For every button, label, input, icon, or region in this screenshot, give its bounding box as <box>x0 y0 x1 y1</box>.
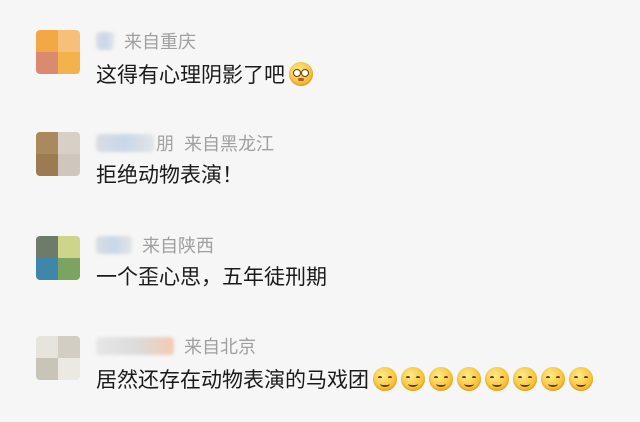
smiling-face-icon <box>513 367 537 391</box>
comment-text-row: 一个歪心思，五年徒刑期 <box>96 261 327 291</box>
comment-meta: 来自重庆 <box>96 28 196 54</box>
nickname-blurred[interactable] <box>96 337 174 355</box>
smiling-face-icon <box>429 367 453 391</box>
location-label: 来自陕西 <box>142 236 214 257</box>
comment-text: 一个歪心思，五年徒刑期 <box>96 265 327 289</box>
nickname-blurred[interactable] <box>96 236 132 254</box>
comment-meta: 来自陕西 <box>96 232 214 258</box>
nickname-blurred <box>96 134 154 152</box>
comment-text: 居然还存在动物表演的马戏团 <box>96 368 369 392</box>
location-label: 来自北京 <box>184 337 256 358</box>
avatar[interactable] <box>36 236 80 280</box>
avatar[interactable] <box>36 132 80 176</box>
nickname[interactable]: 朋 <box>96 130 174 156</box>
comment-meta: 朋 来自黑龙江 <box>96 130 274 156</box>
comment-text: 这得有心理阴影了吧 <box>96 63 285 87</box>
smiling-face-icon <box>569 367 593 391</box>
avatar[interactable] <box>36 336 80 380</box>
location-label: 来自重庆 <box>124 32 196 53</box>
nickname-blurred[interactable] <box>96 32 114 50</box>
smiling-face-icon <box>401 367 425 391</box>
smiling-face-icon <box>485 367 509 391</box>
comment-text-row: 居然还存在动物表演的马戏团 <box>96 364 593 394</box>
smiling-face-icon <box>541 367 565 391</box>
nickname-fragment: 朋 <box>156 134 174 155</box>
comment-text-row: 这得有心理阴影了吧 <box>96 59 313 89</box>
smiling-face-icon <box>373 367 397 391</box>
comment-text-row: 拒绝动物表演！ <box>96 159 243 189</box>
smiling-face-icon <box>457 367 481 391</box>
avatar[interactable] <box>36 30 80 74</box>
comment-meta: 来自北京 <box>96 333 256 359</box>
flushed-face-icon <box>289 62 313 86</box>
location-label: 来自黑龙江 <box>184 134 274 155</box>
comment-text: 拒绝动物表演！ <box>96 163 243 187</box>
